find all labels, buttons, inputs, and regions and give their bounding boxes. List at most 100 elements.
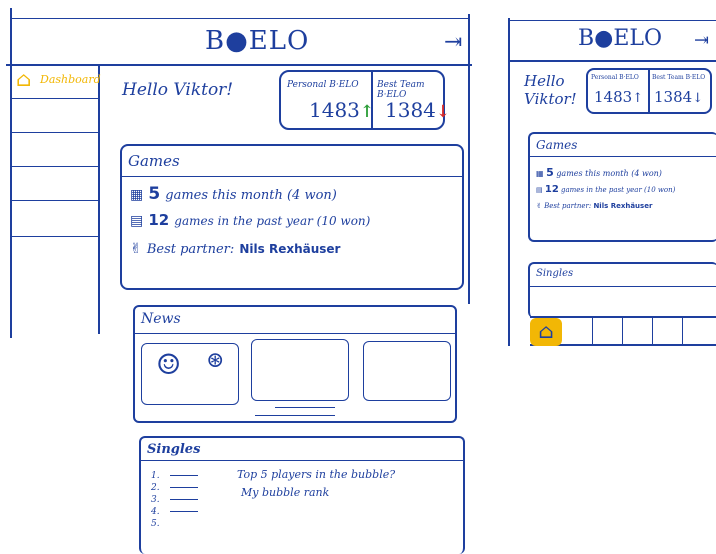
mobile-logout-icon[interactable]: ⇥: [694, 30, 709, 51]
rank-item: 2.: [151, 482, 199, 494]
rank-item: 5.: [151, 518, 198, 530]
games-title-underline: [122, 176, 462, 177]
news-caption-line: [255, 415, 335, 416]
rank-item: 1.: [151, 470, 199, 482]
rank-number: 2.: [151, 483, 160, 493]
year-count: 12: [148, 211, 170, 229]
sidebar-item[interactable]: [10, 132, 98, 167]
mobile-greeting-line: Hello: [524, 72, 565, 90]
games-month-row: ▦ 5 games this month (4 won): [130, 184, 337, 204]
games-year-row: ▤ 12 games in the past year (10 won): [130, 210, 370, 229]
stats-card: Personal B·ELO 1483↑ Best Team B·ELO 138…: [279, 70, 450, 130]
mobile-top-edge: [508, 20, 716, 21]
month-count: 5: [148, 184, 161, 204]
news-item[interactable]: [363, 341, 451, 401]
mobile-team-number: 1384: [654, 88, 693, 106]
ball-icon: ⊛: [206, 348, 225, 373]
rank-number: 1.: [151, 471, 160, 481]
month-text: games this month (4 won): [165, 188, 337, 203]
singles-note: Top 5 players in the bubble?: [237, 468, 396, 481]
nav-home-button[interactable]: ⌂: [530, 318, 562, 346]
person-icon: ☺: [156, 348, 182, 381]
mobile-year-text: games in the past year (10 won): [561, 186, 676, 194]
mobile-year-row: ▤ 12 games in the past year (10 won): [536, 184, 675, 195]
mobile-personal-value: 1483↑: [594, 88, 643, 106]
best-partner-row: ✌ Best partner: Nils Rexhäuser: [130, 238, 340, 257]
singles-title-underline: [141, 460, 463, 461]
mobile-partner-row: ✌ Best partner: Nils Rexhäuser: [536, 202, 652, 210]
mobile-greeting: Hello Viktor!: [524, 72, 577, 108]
mobile-games-title: Games: [536, 138, 578, 152]
trend-down-icon: ↓: [692, 91, 704, 106]
desktop-top-edge: [12, 18, 468, 19]
calendar-icon: ▦: [536, 169, 544, 178]
mobile-greeting-line: Viktor!: [524, 90, 577, 108]
sidebar-item-dashboard[interactable]: ⌂ Dashboard: [10, 64, 101, 99]
mobile-header-line: [508, 60, 716, 62]
rank-number: 4.: [151, 507, 160, 517]
personal-elo-label: Personal B·ELO: [287, 80, 359, 90]
games-title: Games: [128, 152, 180, 170]
personal-elo-number: 1483: [309, 98, 360, 122]
games-card[interactable]: Games ▦ 5 games this month (4 won) ▤ 12 …: [120, 144, 464, 290]
mobile-left-edge: [508, 18, 510, 346]
calendar-year-icon: ▤: [536, 186, 543, 194]
sidebar-item[interactable]: [10, 98, 98, 133]
mobile-singles-underline: [530, 286, 716, 287]
sidebar: ⌂ Dashboard: [10, 64, 101, 334]
calendar-icon: ▦: [130, 187, 144, 203]
year-text: games in the past year (10 won): [174, 214, 371, 228]
mobile-personal-number: 1483: [594, 88, 633, 106]
singles-title: Singles: [147, 442, 201, 457]
trend-down-icon: ↓: [435, 102, 451, 122]
mobile-games-card[interactable]: Games ▦ 5 games this month (4 won) ▤ 12 …: [528, 132, 716, 242]
trend-up-icon: ↑: [632, 91, 644, 106]
mobile-month-count: 5: [546, 166, 554, 179]
partner-icon: ✌: [130, 241, 142, 257]
news-title: News: [141, 311, 181, 327]
news-item[interactable]: [251, 339, 349, 401]
partner-icon: ✌: [536, 202, 542, 210]
mobile-year-count: 12: [544, 184, 559, 195]
desktop-right-edge: [468, 14, 470, 304]
mobile-partner-name[interactable]: Nils Rexhäuser: [593, 202, 652, 210]
trend-up-icon: ↑: [359, 102, 375, 122]
calendar-year-icon: ▤: [130, 213, 144, 229]
team-elo-value: 1384↓: [385, 98, 450, 122]
news-card[interactable]: News ☺ ⊛: [133, 305, 457, 423]
rank-item: 4.: [151, 506, 199, 518]
news-caption-line: [275, 407, 335, 408]
partner-name[interactable]: Nils Rexhäuser: [239, 242, 340, 256]
mobile-bottom-nav: ⌂: [530, 316, 716, 346]
sidebar-item[interactable]: [10, 200, 98, 237]
logout-icon[interactable]: ⇥: [444, 30, 462, 55]
nav-item[interactable]: [592, 318, 623, 344]
nav-item[interactable]: [622, 318, 653, 344]
mobile-stats-divider: [648, 70, 650, 112]
mobile-personal-label: Personal B·ELO: [591, 74, 639, 81]
news-item[interactable]: ☺ ⊛: [141, 343, 239, 405]
mobile-partner-label: Best partner:: [544, 202, 592, 210]
mobile-stats-card: Personal B·ELO 1483↑ Best Team B·ELO 138…: [586, 68, 712, 114]
team-elo-number: 1384: [385, 98, 436, 122]
mobile-app-title: B●ELO: [578, 26, 663, 51]
mobile-singles-card[interactable]: Singles: [528, 262, 716, 318]
mobile-month-row: ▦ 5 games this month (4 won): [536, 166, 662, 179]
greeting: Hello Viktor!: [122, 80, 234, 100]
home-icon: ⌂: [16, 67, 32, 91]
mobile-singles-title: Singles: [536, 268, 574, 279]
nav-item[interactable]: [652, 318, 683, 344]
mobile-team-value: 1384↓: [654, 88, 703, 106]
rank-list: 1. 2. 3. 4. 5.: [151, 470, 199, 530]
partner-label: Best partner:: [146, 242, 235, 257]
mobile-month-text: games this month (4 won): [556, 169, 662, 178]
personal-elo-value: 1483↑: [309, 98, 374, 122]
singles-note: My bubble rank: [241, 486, 330, 499]
rank-item: 3.: [151, 494, 199, 506]
rank-number: 5.: [151, 519, 160, 529]
nav-item[interactable]: [682, 318, 715, 344]
sidebar-item[interactable]: [10, 166, 98, 201]
singles-card[interactable]: Singles 1. 2. 3. 4. 5. Top 5 players in …: [139, 436, 465, 554]
team-elo-label: Best Team B·ELO: [377, 80, 425, 100]
mobile-games-underline: [530, 156, 716, 157]
